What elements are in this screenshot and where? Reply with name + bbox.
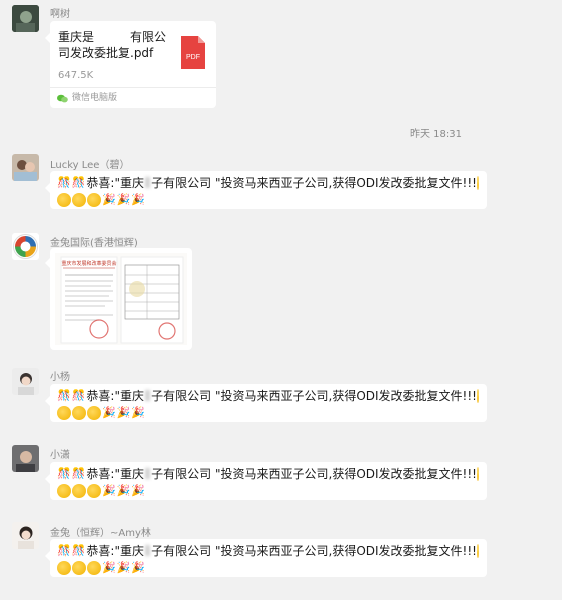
timestamp: 昨天 18:31 xyxy=(410,129,462,140)
sender-name: 小潇 xyxy=(50,450,70,461)
party-popper-icon: 🎉 xyxy=(102,405,116,419)
grinning-face-icon xyxy=(476,388,479,403)
avatar-jintu-hk[interactable] xyxy=(12,233,39,260)
text-message-bubble[interactable]: 🎊 🎊 恭喜:"重庆 子有限公司 "投资马来西亚子公司,获得ODI发改委批复文件!… xyxy=(45,462,487,500)
avatar-image xyxy=(12,445,39,472)
redacted-text xyxy=(144,390,151,401)
redacted-text xyxy=(144,468,151,479)
party-popper-icon: 🎉 xyxy=(102,483,116,497)
party-popper-icon: 🎉 xyxy=(131,192,146,206)
party-popper-icon: 🎉 xyxy=(116,483,131,497)
redacted-text xyxy=(144,177,151,188)
sender-name: 小杨 xyxy=(50,372,70,383)
grinning-face-icon xyxy=(87,192,101,207)
party-popper-icon: 🎊 xyxy=(71,388,86,402)
grinning-face-icon xyxy=(57,192,71,207)
file-source-footer: 微信电脑版 xyxy=(50,87,216,108)
grinning-face-icon xyxy=(72,483,86,498)
grinning-face-icon xyxy=(476,543,479,558)
grinning-face-icon xyxy=(72,192,86,207)
party-popper-icon: 🎉 xyxy=(131,405,146,419)
grinning-face-icon xyxy=(57,483,71,498)
avatar-ashu[interactable] xyxy=(12,5,39,32)
avatar-image xyxy=(12,154,39,181)
party-popper-icon: 🎊 xyxy=(57,543,71,557)
sender-name: 啊树 xyxy=(50,9,70,20)
grinning-face-icon xyxy=(87,560,101,575)
message-text-prefix: 恭喜:"重庆 xyxy=(86,543,144,558)
avatar-jintu-amy[interactable] xyxy=(12,522,39,549)
avatar-xiaoxiao[interactable] xyxy=(12,445,39,472)
file-message-card[interactable]: 重庆是 有限公司发改委批复.pdf 647.5K PDF 微信电脑版 xyxy=(45,21,216,108)
message-text: 子有限公司 "投资马来西亚子公司,获得ODI发改委批复文件!!! xyxy=(151,388,477,403)
grinning-face-icon xyxy=(57,560,71,575)
message-text-prefix: 恭喜:"重庆 xyxy=(86,388,144,403)
grinning-face-icon xyxy=(476,175,479,190)
grinning-face-icon xyxy=(87,483,101,498)
party-popper-icon: 🎉 xyxy=(116,560,131,574)
text-message-bubble[interactable]: 🎊 🎊 恭喜:"重庆 子有限公司 "投资马来西亚子公司,获得ODI发改委批复文件!… xyxy=(45,171,487,209)
avatar-image xyxy=(12,368,39,395)
message-text: 子有限公司 "投资马来西亚子公司,获得ODI发改委批复文件!!! xyxy=(151,543,477,558)
svg-text:PDF: PDF xyxy=(186,54,200,61)
party-popper-icon: 🎉 xyxy=(102,560,116,574)
avatar-xiaoyang[interactable] xyxy=(12,368,39,395)
sender-name: 金兔国际(香港恒辉) xyxy=(50,238,138,249)
grinning-face-icon xyxy=(476,466,479,481)
grinning-face-icon xyxy=(72,405,86,420)
avatar-lucky-lee[interactable] xyxy=(12,154,39,181)
pdf-file-icon: PDF xyxy=(181,36,205,69)
party-popper-icon: 🎊 xyxy=(57,388,71,402)
party-popper-icon: 🎊 xyxy=(71,175,86,189)
grinning-face-icon xyxy=(57,405,71,420)
party-popper-icon: 🎊 xyxy=(57,175,71,189)
file-size: 647.5K xyxy=(58,70,94,81)
document-image: 重庆市发展和改革委员会 xyxy=(55,253,187,345)
party-popper-icon: 🎊 xyxy=(71,543,86,557)
image-message-bubble[interactable]: 重庆市发展和改革委员会 xyxy=(45,248,192,350)
file-name: 重庆是 有限公司发改委批复.pdf xyxy=(58,30,167,60)
party-popper-icon: 🎉 xyxy=(116,192,131,206)
avatar-image xyxy=(12,5,39,32)
text-message-bubble[interactable]: 🎊 🎊 恭喜:"重庆 子有限公司 "投资马来西亚子公司,获得ODI发改委批复文件!… xyxy=(45,384,487,422)
party-popper-icon: 🎉 xyxy=(131,483,146,497)
company-logo-icon xyxy=(13,234,38,259)
sender-name: Lucky Lee（碧） xyxy=(50,160,130,171)
sender-name: 金兔（恒辉）~Amy林 xyxy=(50,528,151,539)
wechat-icon xyxy=(57,94,68,102)
file-source-label: 微信电脑版 xyxy=(72,93,118,103)
avatar-image xyxy=(12,522,39,549)
party-popper-icon: 🎊 xyxy=(57,466,71,480)
party-popper-icon: 🎊 xyxy=(71,466,86,480)
text-message-bubble[interactable]: 🎊 🎊 恭喜:"重庆 子有限公司 "投资马来西亚子公司,获得ODI发改委批复文件!… xyxy=(45,539,487,577)
message-text: 子有限公司 "投资马来西亚子公司,获得ODI发改委批复文件!!! xyxy=(151,175,477,190)
doc-header-text: 重庆市发展和改革委员会 xyxy=(61,260,116,267)
message-text-prefix: 恭喜:"重庆 xyxy=(86,175,144,190)
party-popper-icon: 🎉 xyxy=(102,192,116,206)
party-popper-icon: 🎉 xyxy=(131,560,146,574)
message-text: 子有限公司 "投资马来西亚子公司,获得ODI发改委批复文件!!! xyxy=(151,466,477,481)
grinning-face-icon xyxy=(72,560,86,575)
grinning-face-icon xyxy=(87,405,101,420)
redacted-text xyxy=(144,545,151,556)
party-popper-icon: 🎉 xyxy=(116,405,131,419)
message-text-prefix: 恭喜:"重庆 xyxy=(86,466,144,481)
